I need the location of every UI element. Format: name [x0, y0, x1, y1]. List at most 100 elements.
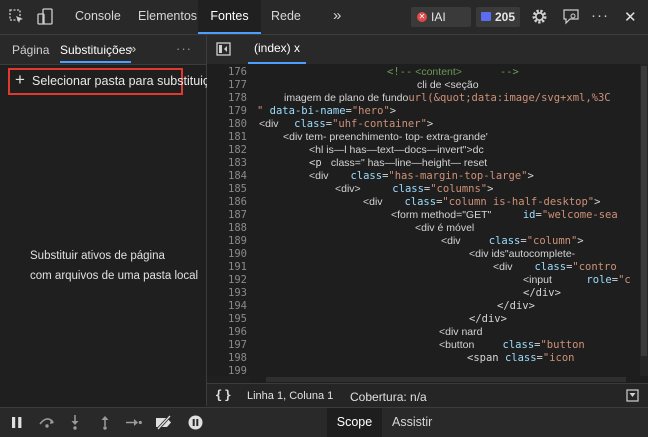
code-line: <!-- <content> -->: [387, 66, 519, 78]
tab-watch[interactable]: Assistir: [392, 408, 432, 437]
toggle-navigator-icon[interactable]: [216, 42, 231, 59]
line-number[interactable]: 199: [207, 365, 247, 377]
error-icon: ✕: [417, 12, 427, 22]
line-number[interactable]: 176: [207, 66, 247, 78]
step-out-icon[interactable]: [100, 415, 110, 433]
line-number[interactable]: 179: [207, 105, 247, 117]
deactivate-breakpoints-icon[interactable]: [155, 414, 173, 433]
file-tab-index[interactable]: (index) x: [248, 35, 307, 64]
pause-on-exceptions-icon[interactable]: [188, 415, 203, 433]
code-token: id: [491, 209, 536, 221]
code-token: >: [577, 235, 584, 247]
messages-count: 205: [495, 10, 516, 24]
line-number[interactable]: 190: [207, 248, 247, 260]
tab-console[interactable]: Console: [73, 0, 123, 34]
scroll-thumb[interactable]: [641, 66, 647, 356]
code-token: "column": [526, 235, 578, 247]
add-icon: +: [15, 70, 25, 89]
tab-network[interactable]: Rede: [271, 0, 301, 34]
code-line: </div>: [469, 313, 507, 325]
message-icon: [481, 12, 491, 21]
tab-scope[interactable]: Scope: [327, 408, 382, 437]
code-token: imagem de plano de fundo: [284, 92, 409, 104]
step-icon[interactable]: [126, 417, 142, 431]
editor-vertical-scrollbar[interactable]: [640, 64, 648, 376]
pretty-print-button[interactable]: {}: [215, 388, 233, 402]
line-number[interactable]: 191: [207, 261, 247, 273]
tab-page[interactable]: Página: [12, 43, 49, 57]
code-token: class: [385, 196, 437, 208]
line-number[interactable]: 180: [207, 118, 247, 130]
code-token: <form method="GET": [391, 209, 492, 221]
line-number[interactable]: 195: [207, 313, 247, 325]
code-token: "columns": [430, 183, 488, 195]
more-options-icon[interactable]: ···: [591, 7, 609, 24]
line-number[interactable]: 194: [207, 300, 247, 312]
code-line: <div class="contro: [493, 261, 617, 273]
editor-horizontal-scrollbar[interactable]: [251, 376, 648, 383]
code-token: <p: [309, 157, 328, 169]
editor-status-bar: {} Linha 1, Coluna 1 Cobertura: n/a: [207, 383, 648, 408]
line-number[interactable]: 192: [207, 274, 247, 286]
line-number[interactable]: 189: [207, 235, 247, 247]
line-number[interactable]: 181: [207, 131, 247, 143]
pause-icon[interactable]: [11, 417, 23, 431]
line-number[interactable]: 183: [207, 157, 247, 169]
line-number[interactable]: 184: [207, 170, 247, 182]
line-number[interactable]: 193: [207, 287, 247, 299]
tab-overrides[interactable]: Substituições: [60, 43, 132, 63]
tab-sources[interactable]: Fontes: [198, 0, 261, 34]
code-token: class: [281, 118, 326, 130]
coverage-status: Cobertura: n/a: [350, 390, 427, 404]
code-token: </div>: [523, 287, 561, 299]
more-tabs-button[interactable]: »: [333, 0, 341, 34]
code-token: "c: [618, 274, 631, 286]
code-token: class: [515, 261, 567, 273]
line-number[interactable]: 188: [207, 222, 247, 234]
code-token: >: [389, 105, 397, 117]
select-folder-label[interactable]: Selecionar pasta para substituições: [32, 74, 229, 88]
code-token: >: [426, 118, 434, 130]
code-token: url(&quot;data:image/svg+xml,%3C: [408, 92, 611, 104]
code-token: </div>: [497, 300, 535, 312]
line-number[interactable]: 196: [207, 326, 247, 338]
more-navigator-tabs[interactable]: »: [129, 41, 136, 56]
settings-gear-icon[interactable]: [531, 8, 548, 28]
code-token: <div: [493, 261, 516, 273]
errors-label: IAI: [431, 10, 446, 24]
feedback-icon[interactable]: [562, 8, 580, 28]
code-token: <div é móvel: [415, 222, 475, 234]
code-token: <hl is—l has—text—docs—invert">dc: [309, 144, 484, 156]
line-number[interactable]: 197: [207, 339, 247, 351]
code-token: <span: [467, 352, 505, 364]
code-line: <p class=" has—line—height— reset: [309, 157, 487, 169]
step-over-icon[interactable]: [38, 416, 56, 431]
line-number[interactable]: 178: [207, 92, 247, 104]
code-line: <input role="c: [523, 274, 631, 286]
line-number[interactable]: 185: [207, 183, 247, 195]
device-emulation-icon[interactable]: [37, 8, 53, 28]
code-line: <div tem- preenchimento- top- extra-gran…: [283, 131, 488, 143]
errors-badge[interactable]: ✕ IAI: [411, 7, 471, 27]
step-into-icon[interactable]: [70, 415, 80, 433]
devtools-toolbar: Console Elementos Fontes Rede » ✕ IAI 20…: [0, 0, 648, 35]
line-number[interactable]: 182: [207, 144, 247, 156]
inspect-element-icon[interactable]: [9, 9, 24, 27]
messages-badge[interactable]: 205: [476, 7, 520, 27]
code-token: <div: [259, 118, 282, 130]
code-token: data-bi-name: [269, 105, 346, 117]
line-number[interactable]: 177: [207, 79, 247, 91]
line-number[interactable]: 198: [207, 352, 247, 364]
line-number[interactable]: 187: [207, 209, 247, 221]
hscroll-thumb[interactable]: [266, 377, 626, 382]
code-token: >: [527, 170, 534, 182]
tab-elements[interactable]: Elementos: [138, 0, 197, 34]
navigator-menu-icon[interactable]: ···: [176, 41, 192, 56]
close-icon[interactable]: ✕: [624, 8, 637, 26]
code-token: class: [360, 183, 424, 195]
editor-tabs: (index) x: [207, 35, 648, 65]
toggle-debugger-icon[interactable]: [626, 389, 639, 405]
line-number[interactable]: 186: [207, 196, 247, 208]
code-editor[interactable]: <!-- <content> --> cli de <seção imagem de…: [251, 64, 640, 376]
code-line: <div é móvel: [415, 222, 474, 234]
